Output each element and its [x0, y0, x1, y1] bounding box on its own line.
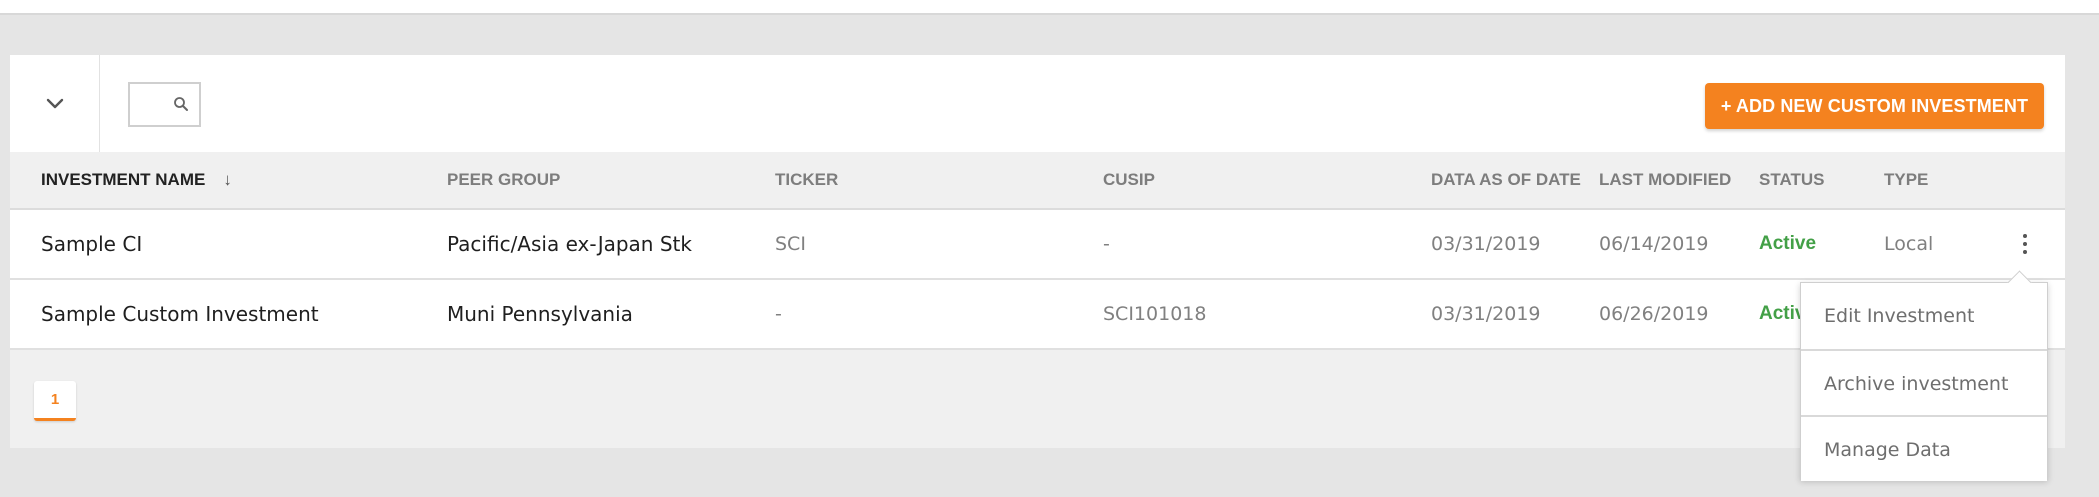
- top-bar: [0, 0, 2099, 15]
- kebab-dot: [2023, 250, 2027, 254]
- search-icon[interactable]: [173, 96, 189, 112]
- pagination-page-button[interactable]: 1: [34, 381, 76, 421]
- investments-panel: + ADD NEW CUSTOM INVESTMENT INVESTMENT N…: [10, 55, 2065, 448]
- cusip: -: [1103, 233, 1110, 255]
- status-badge: Active: [1759, 233, 1817, 254]
- column-header-status[interactable]: STATUS: [1759, 152, 1824, 208]
- collapse-toggle-button[interactable]: [10, 55, 100, 152]
- search-box: [128, 82, 201, 127]
- column-header-type[interactable]: TYPE: [1884, 152, 1928, 208]
- type: Local: [1884, 233, 1934, 255]
- column-header-last-modified[interactable]: LAST MODIFIED: [1599, 152, 1731, 208]
- cusip: SCI101018: [1103, 303, 1207, 325]
- peer-group: Muni Pennsylvania: [447, 302, 633, 326]
- data-as-of-date: 03/31/2019: [1431, 233, 1541, 255]
- table-row[interactable]: Sample Custom Investment Muni Pennsylvan…: [10, 280, 2065, 350]
- toolbar: + ADD NEW CUSTOM INVESTMENT: [10, 55, 2065, 152]
- add-new-custom-investment-button[interactable]: + ADD NEW CUSTOM INVESTMENT: [1705, 83, 2044, 129]
- last-modified: 06/26/2019: [1599, 303, 1709, 325]
- menu-item-archive-investment[interactable]: Archive investment: [1801, 349, 2047, 415]
- kebab-dot: [2023, 234, 2027, 238]
- column-header-cusip[interactable]: CUSIP: [1103, 152, 1155, 208]
- column-header-data-as-of-date[interactable]: DATA AS OF DATE: [1431, 152, 1581, 208]
- data-as-of-date: 03/31/2019: [1431, 303, 1541, 325]
- column-header-ticker[interactable]: TICKER: [775, 152, 838, 208]
- menu-item-manage-data[interactable]: Manage Data: [1801, 415, 2047, 481]
- peer-group: Pacific/Asia ex-Japan Stk: [447, 232, 692, 256]
- column-header-label: INVESTMENT NAME: [41, 170, 206, 189]
- row-actions-kebab-icon[interactable]: [2015, 232, 2035, 256]
- chevron-down-icon: [46, 98, 63, 108]
- investment-name[interactable]: Sample Custom Investment: [41, 280, 319, 348]
- menu-item-edit-investment[interactable]: Edit Investment: [1801, 283, 2047, 349]
- kebab-dot: [2023, 242, 2027, 246]
- ticker: -: [775, 303, 782, 325]
- table-header: INVESTMENT NAME ↓ PEER GROUP TICKER CUSIP…: [10, 152, 2065, 210]
- sort-desc-icon: ↓: [223, 170, 232, 189]
- investment-name[interactable]: Sample CI: [41, 210, 142, 278]
- ticker: SCI: [775, 233, 806, 255]
- last-modified: 06/14/2019: [1599, 233, 1709, 255]
- row-actions-menu: Edit Investment Archive investment Manag…: [1800, 270, 2048, 481]
- column-header-investment-name[interactable]: INVESTMENT NAME ↓: [41, 152, 232, 208]
- column-header-peer-group[interactable]: PEER GROUP: [447, 152, 560, 208]
- table-row[interactable]: Sample CI Pacific/Asia ex-Japan Stk SCI …: [10, 210, 2065, 280]
